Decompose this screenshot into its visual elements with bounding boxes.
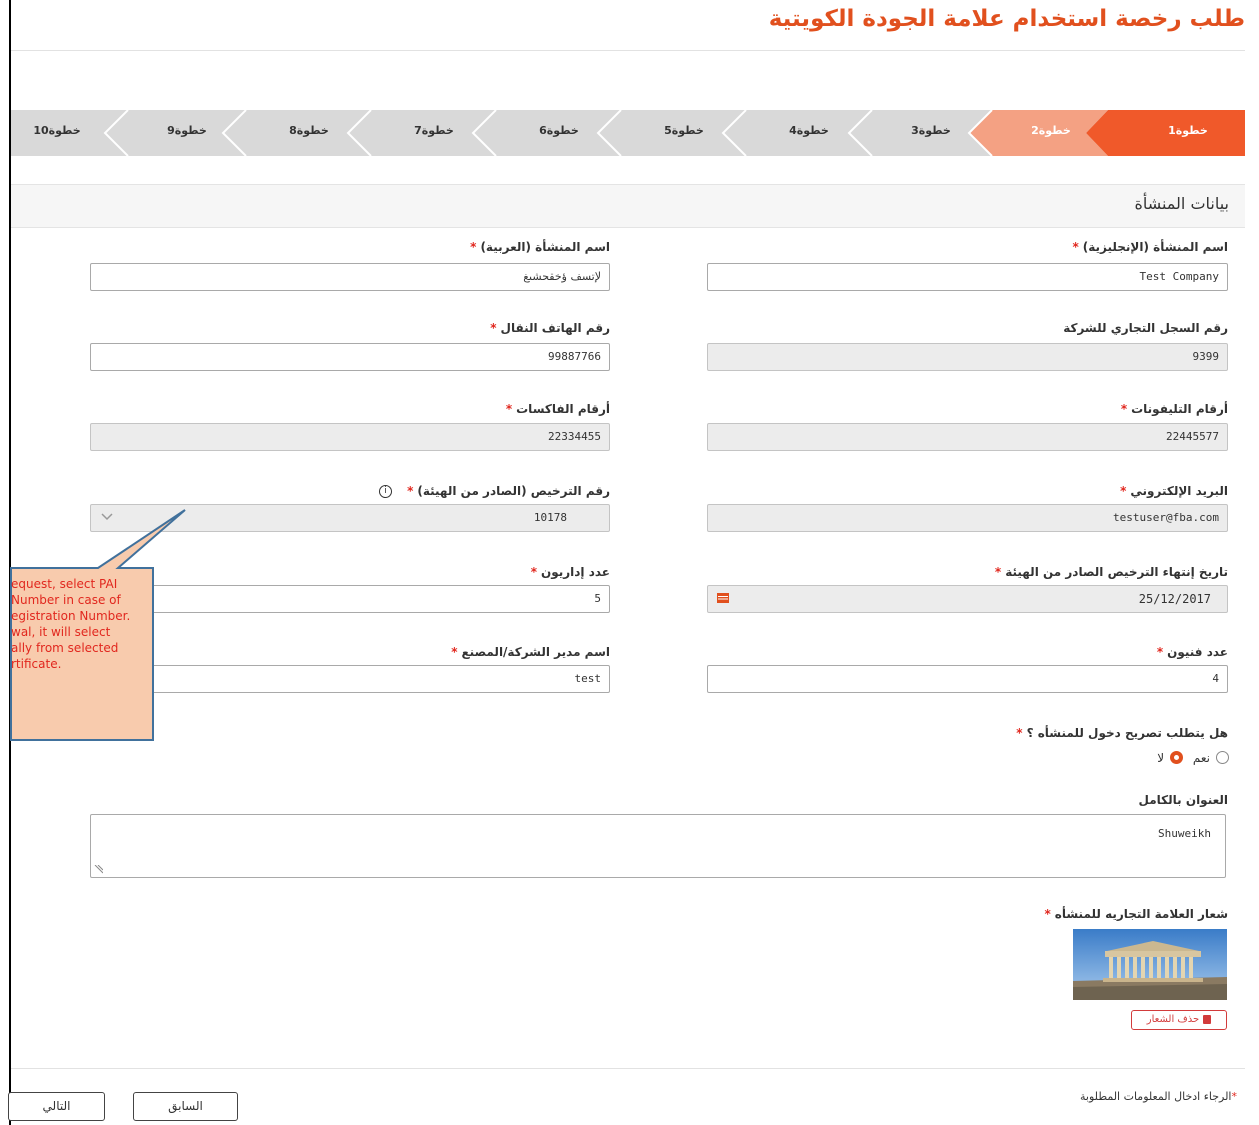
callout-annotation: equest, select PAI Number in case of egi… xyxy=(11,576,149,736)
step-1-label: خطوة1 xyxy=(1168,124,1208,137)
manager-label: اسم مدير الشركة/المصنع* xyxy=(451,645,610,659)
license-no-label: رقم الترخيص (الصادر من الهيئة)* xyxy=(407,484,610,498)
step-6-label: خطوة6 xyxy=(539,124,579,137)
wizard-stepper: خطوة1 خطوة2 خطوة3 خطوة4 خطوة5 خطوة6 خطوة… xyxy=(11,110,1245,156)
step-8[interactable]: خطوة8 xyxy=(248,110,370,156)
step-2-label: خطوة2 xyxy=(1031,124,1071,137)
step-9-label: خطوة9 xyxy=(167,124,207,137)
previous-button[interactable]: السابق xyxy=(133,1092,238,1121)
radio-yes-label: نعم xyxy=(1192,750,1210,765)
callout-line: ally from selected xyxy=(11,641,119,655)
delete-logo-label: حذف الشعار xyxy=(1146,1014,1200,1025)
required-note: *الرجاء ادخال المعلومات المطلوبة xyxy=(1080,1090,1237,1103)
step-5-label: خطوة5 xyxy=(664,124,704,137)
callout-line: equest, select PAI xyxy=(11,577,118,591)
name-ar-label: اسم المنشأة (العربية)* xyxy=(470,240,610,254)
section-header: بيانات المنشأة xyxy=(11,184,1245,228)
name-en-input[interactable]: Test Company xyxy=(707,263,1228,291)
admins-label: عدد إداريون* xyxy=(530,565,610,579)
technicians-label: عدد فنيون* xyxy=(1156,645,1228,659)
entry-permit-radio-group: نعم لا xyxy=(1151,750,1229,765)
manager-input[interactable]: test xyxy=(90,665,610,693)
mobile-label: رقم الهاتف النقال* xyxy=(490,321,610,335)
technicians-input[interactable]: 4 xyxy=(707,665,1228,693)
calendar-icon[interactable] xyxy=(717,592,729,603)
step-9[interactable]: خطوة9 xyxy=(129,110,245,156)
trash-icon xyxy=(1203,1014,1212,1024)
step-4[interactable]: خطوة4 xyxy=(748,110,870,156)
step-6[interactable]: خطوة6 xyxy=(498,110,620,156)
step-3[interactable]: خطوة3 xyxy=(873,110,989,156)
footer-divider xyxy=(11,1068,1245,1069)
info-icon[interactable]: i xyxy=(379,485,392,498)
separator-9-10 xyxy=(103,110,129,156)
license-expiry-label: تاريخ إنتهاء الترخيص الصادر من الهيئة* xyxy=(994,565,1228,579)
frame-border xyxy=(9,0,11,1125)
address-value: Shuweikh xyxy=(1158,827,1211,840)
address-textarea[interactable]: Shuweikh xyxy=(90,814,1226,878)
commercial-reg-label: رقم السجل التجاري للشركة xyxy=(1063,321,1228,335)
email-label: البريد الإلكتروني* xyxy=(1120,484,1228,498)
callout-line: Number in case of xyxy=(11,593,121,607)
license-expiry-input[interactable]: 25/12/2017 xyxy=(707,585,1228,613)
phones-label: أرقام التليفونات* xyxy=(1120,402,1228,416)
commercial-reg-input: 9399 xyxy=(707,343,1228,371)
callout-line: egistration Number. xyxy=(11,609,131,623)
step-10-label: خطوة10 xyxy=(33,124,81,137)
fax-label: أرقام الفاكسات* xyxy=(505,402,610,416)
callout-shape xyxy=(10,509,186,741)
radio-no[interactable] xyxy=(1170,751,1184,764)
callout-line: rtificate. xyxy=(11,657,62,671)
chevron-down-icon[interactable] xyxy=(100,512,114,522)
title-divider xyxy=(11,50,1245,51)
address-label: العنوان بالكامل xyxy=(1138,793,1229,807)
step-10[interactable]: خطوة10 xyxy=(11,110,103,156)
fax-input: 22334455 xyxy=(90,423,610,451)
license-no-select[interactable]: 10178 xyxy=(90,504,610,532)
page-title: طلب رخصة استخدام علامة الجودة الكويتية xyxy=(768,6,1245,32)
logo-label: شعار العلامة التجاريه للمنشأه* xyxy=(1044,907,1228,921)
delete-logo-button[interactable]: حذف الشعار xyxy=(1131,1010,1227,1030)
phones-input: 22445577 xyxy=(707,423,1228,451)
step-7[interactable]: خطوة7 xyxy=(373,110,495,156)
admins-input[interactable]: 5 xyxy=(90,585,610,613)
radio-yes[interactable] xyxy=(1216,751,1229,764)
step-4-label: خطوة4 xyxy=(789,124,829,137)
step-3-label: خطوة3 xyxy=(911,124,951,137)
next-button[interactable]: التالي xyxy=(8,1092,105,1121)
step-2[interactable]: خطوة2 xyxy=(996,110,1106,156)
name-en-label: اسم المنشأة (الإنجليزية)* xyxy=(1072,240,1228,254)
callout-line: wal, it will select xyxy=(11,625,111,639)
email-input: testuser@fba.com xyxy=(707,504,1228,532)
step-1[interactable]: خطوة1 xyxy=(1131,110,1245,156)
entry-permit-label: هل يتطلب تصريح دخول للمنشأه ؟* xyxy=(1016,726,1228,740)
resize-grip-icon[interactable] xyxy=(93,865,103,875)
name-ar-input[interactable]: لإتسف ؤخقحشىغ xyxy=(90,263,610,291)
step-5[interactable]: خطوة5 xyxy=(623,110,745,156)
step-8-label: خطوة8 xyxy=(289,124,329,137)
step-7-label: خطوة7 xyxy=(414,124,454,137)
mobile-input[interactable]: 99887766 xyxy=(90,343,610,371)
logo-image xyxy=(1073,929,1227,1000)
radio-no-label: لا xyxy=(1157,750,1165,765)
section-title: بيانات المنشأة xyxy=(1134,194,1229,213)
